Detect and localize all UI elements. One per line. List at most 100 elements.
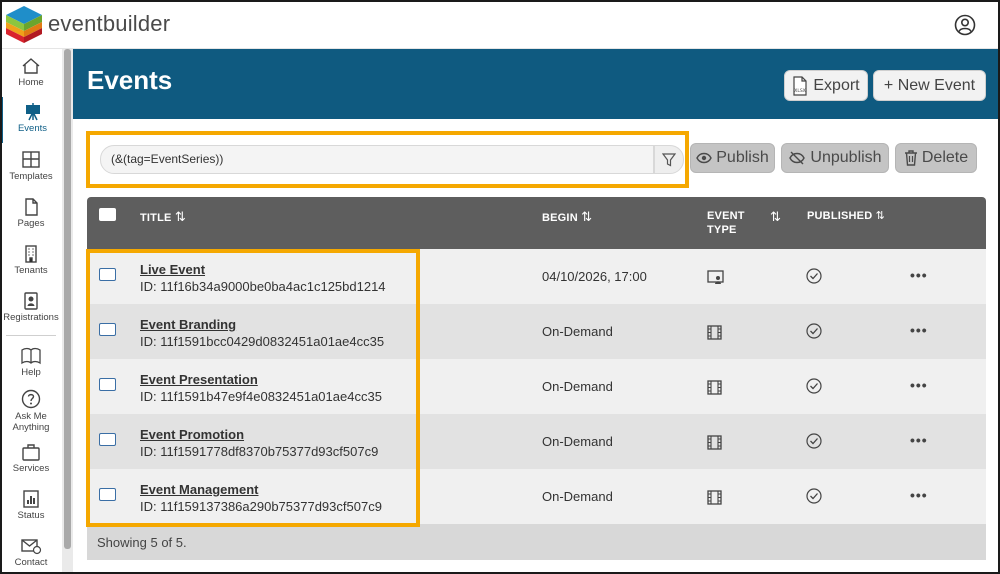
row-checkbox[interactable] xyxy=(99,433,116,446)
filter-icon xyxy=(662,152,676,166)
eye-slash-icon xyxy=(789,151,806,165)
sidebar-item-ask-me-anything[interactable]: Ask Me Anything xyxy=(0,389,62,433)
select-all-checkbox[interactable] xyxy=(99,208,116,221)
row-checkbox[interactable] xyxy=(99,268,116,281)
event-id: ID: 11f1591778df8370b75377d93cf507c9 xyxy=(140,444,379,459)
sidebar-item-help[interactable]: Help xyxy=(0,347,62,378)
search-input[interactable]: (&(tag=EventSeries)) xyxy=(100,145,654,174)
published-check-icon xyxy=(806,378,822,394)
brand-name: eventbuilder xyxy=(48,11,171,36)
row-checkbox[interactable] xyxy=(99,323,116,336)
sidebar-item-label: Registrations xyxy=(3,312,59,323)
easel-icon xyxy=(25,103,40,121)
film-icon xyxy=(707,490,722,505)
export-label: Export xyxy=(813,76,860,94)
filter-button[interactable] xyxy=(654,145,684,174)
event-begin: 04/10/2026, 17:00 xyxy=(542,269,647,284)
event-title-link[interactable]: Event Presentation xyxy=(140,372,258,387)
sidebar-item-label: Status xyxy=(17,510,45,521)
event-begin: On-Demand xyxy=(542,489,613,504)
sort-icon[interactable]: ⇅ xyxy=(175,209,186,224)
question-icon xyxy=(21,389,41,409)
sort-icon[interactable]: ⇅ xyxy=(581,209,592,224)
new-event-label: + New Event xyxy=(883,76,976,94)
delete-label: Delete xyxy=(921,149,969,166)
building-icon xyxy=(25,245,37,263)
sidebar: Home Events Templates Pages Tenants Regi… xyxy=(0,49,62,574)
sidebar-item-pages[interactable]: Pages xyxy=(0,198,62,229)
eventbuilder-logo[interactable] xyxy=(4,4,44,44)
table-row[interactable]: Event Management ID: 11f159137386a290b75… xyxy=(87,469,986,524)
table-row[interactable]: Event Promotion ID: 11f1591778df8370b753… xyxy=(87,414,986,469)
published-check-icon xyxy=(806,433,822,449)
table-row[interactable]: Event Branding ID: 11f1591bcc0429d083245… xyxy=(87,304,986,359)
unpublish-button[interactable]: Unpublish xyxy=(781,143,889,173)
more-options-button[interactable]: ••• xyxy=(910,377,928,393)
sidebar-item-services[interactable]: Services xyxy=(0,443,62,474)
sidebar-item-label: Pages xyxy=(17,218,45,229)
column-published-label: PUBLISHED xyxy=(807,210,873,222)
sidebar-item-status[interactable]: Status xyxy=(0,490,62,521)
delete-button[interactable]: Delete xyxy=(895,143,977,173)
column-begin[interactable]: BEGIN ⇅ xyxy=(542,209,592,225)
column-title[interactable]: TITLE ⇅ xyxy=(140,209,186,225)
event-title-link[interactable]: Event Branding xyxy=(140,317,236,332)
events-table: TITLE ⇅ BEGIN ⇅ EVENT TYPE ⇅ PUBLISHED ⇅… xyxy=(87,197,986,563)
sidebar-item-tenants[interactable]: Tenants xyxy=(0,245,62,276)
briefcase-icon xyxy=(22,444,40,461)
event-title-link[interactable]: Event Promotion xyxy=(140,427,244,442)
sidebar-item-label: Events xyxy=(17,123,48,134)
event-begin: On-Demand xyxy=(542,324,613,339)
user-account-icon[interactable] xyxy=(954,14,976,36)
column-title-label: TITLE xyxy=(140,212,172,224)
table-row[interactable]: Live Event ID: 11f16b34a9000be0ba4ac1c12… xyxy=(87,249,986,304)
table-footer: Showing 5 of 5. xyxy=(87,524,986,560)
more-options-button[interactable]: ••• xyxy=(910,267,928,283)
templates-icon xyxy=(22,151,40,168)
publish-button[interactable]: Publish xyxy=(690,143,775,173)
bar-chart-icon xyxy=(23,490,39,508)
sidebar-item-home[interactable]: Home xyxy=(0,57,62,88)
column-published[interactable]: PUBLISHED ⇅ xyxy=(807,209,885,222)
live-presenter-icon xyxy=(707,270,724,284)
top-bar: eventbuilder xyxy=(0,0,1000,49)
sidebar-item-templates[interactable]: Templates xyxy=(0,151,62,182)
sidebar-scrollbar-thumb[interactable] xyxy=(64,49,71,549)
export-button[interactable]: XLSX Export xyxy=(784,70,868,101)
xlsx-badge: XLSX xyxy=(795,88,807,94)
table-row[interactable]: Event Presentation ID: 11f1591b47e9f4e08… xyxy=(87,359,986,414)
page-header: Events XLSX Export + New Event xyxy=(73,49,1000,119)
new-event-button[interactable]: + New Event xyxy=(873,70,986,101)
sort-icon[interactable]: ⇅ xyxy=(770,209,781,225)
search-highlight-box: (&(tag=EventSeries)) xyxy=(86,131,689,188)
eye-icon xyxy=(696,152,713,164)
sort-icon[interactable]: ⇅ xyxy=(876,210,885,222)
column-begin-label: BEGIN xyxy=(542,212,578,224)
more-options-button[interactable]: ••• xyxy=(910,432,928,448)
event-title-link[interactable]: Live Event xyxy=(140,262,205,277)
row-count-text: Showing 5 of 5. xyxy=(97,535,187,550)
column-event-type[interactable]: EVENT TYPE xyxy=(707,209,745,237)
event-id: ID: 11f1591bcc0429d0832451a01ae4cc35 xyxy=(140,334,385,349)
row-checkbox[interactable] xyxy=(99,488,116,501)
sidebar-item-contact[interactable]: Contact xyxy=(0,537,62,568)
film-icon xyxy=(707,380,722,395)
sidebar-item-label: Home xyxy=(18,77,44,88)
sidebar-item-label: Help xyxy=(21,367,41,378)
more-options-button[interactable]: ••• xyxy=(910,322,928,338)
event-title-link[interactable]: Event Management xyxy=(140,482,258,497)
page-icon xyxy=(25,198,38,216)
more-options-button[interactable]: ••• xyxy=(910,487,928,503)
book-icon xyxy=(21,347,41,365)
sidebar-scrollbar[interactable] xyxy=(62,49,73,574)
sidebar-item-registrations[interactable]: Registrations xyxy=(0,292,62,323)
sidebar-item-label: Ask Me Anything xyxy=(12,411,50,433)
sidebar-item-events[interactable]: Events xyxy=(0,97,62,143)
published-check-icon xyxy=(806,488,822,504)
home-icon xyxy=(22,58,40,74)
film-icon xyxy=(707,435,722,450)
sidebar-item-label: Services xyxy=(12,463,50,474)
badge-icon xyxy=(24,292,38,310)
row-checkbox[interactable] xyxy=(99,378,116,391)
unpublish-label: Unpublish xyxy=(810,149,882,166)
